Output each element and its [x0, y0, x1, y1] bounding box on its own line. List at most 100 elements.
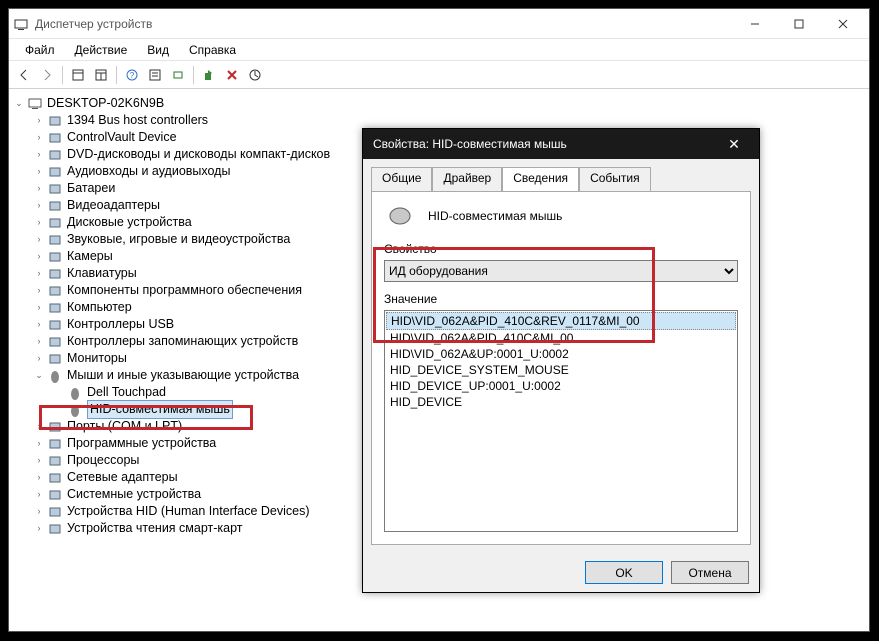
dialog-body: HID-совместимая мышь Свойство ИД оборудо… — [371, 191, 751, 545]
chevron-right-icon[interactable]: › — [33, 251, 45, 263]
tree-category[interactable]: ›Системные устройства — [33, 486, 201, 503]
chevron-right-icon[interactable]: › — [33, 421, 45, 433]
forward-button[interactable] — [36, 64, 58, 86]
update-driver-button[interactable] — [198, 64, 220, 86]
chevron-down-icon[interactable]: ⌄ — [13, 98, 25, 110]
value-row[interactable]: HID_DEVICE_SYSTEM_MOUSE — [386, 362, 736, 378]
chevron-right-icon[interactable]: › — [33, 217, 45, 229]
chevron-right-icon[interactable]: › — [33, 353, 45, 365]
tree-category[interactable]: ›Батареи — [33, 180, 115, 197]
tree-category[interactable]: ›Мониторы — [33, 350, 127, 367]
tab-general[interactable]: Общие — [371, 167, 432, 191]
tree-category[interactable]: ›Контроллеры запоминающих устройств — [33, 333, 298, 350]
device-category-icon — [47, 470, 63, 486]
chevron-right-icon[interactable]: › — [33, 302, 45, 314]
tree-category[interactable]: ›Звуковые, игровые и видеоустройства — [33, 231, 290, 248]
chevron-right-icon[interactable]: › — [33, 200, 45, 212]
chevron-right-icon[interactable]: › — [33, 455, 45, 467]
device-category-icon — [47, 334, 63, 350]
value-label: Значение — [384, 292, 738, 306]
tree-category[interactable]: ›Дисковые устройства — [33, 214, 192, 231]
chevron-right-icon[interactable]: › — [33, 183, 45, 195]
cancel-button[interactable]: Отмена — [671, 561, 749, 584]
value-row[interactable]: HID_DEVICE_UP:0001_U:0002 — [386, 378, 736, 394]
chevron-right-icon[interactable]: › — [33, 438, 45, 450]
dialog-tabs: Общие Драйвер Сведения События — [371, 167, 751, 191]
chevron-right-icon[interactable]: › — [33, 268, 45, 280]
view-small-button[interactable] — [67, 64, 89, 86]
tree-category[interactable]: ›1394 Bus host controllers — [33, 112, 208, 129]
close-button[interactable] — [821, 10, 865, 38]
tree-category[interactable]: ›Компьютер — [33, 299, 132, 316]
tree-category[interactable]: ›Контроллеры USB — [33, 316, 174, 333]
chevron-right-icon[interactable]: › — [33, 336, 45, 348]
device-category-icon — [47, 266, 63, 282]
chevron-right-icon[interactable]: › — [33, 285, 45, 297]
maximize-button[interactable] — [777, 10, 821, 38]
props-button[interactable] — [144, 64, 166, 86]
tree-category[interactable]: ›Компоненты программного обеспечения — [33, 282, 302, 299]
device-category-icon — [47, 283, 63, 299]
chevron-right-icon[interactable]: › — [33, 149, 45, 161]
dialog-close-button[interactable]: ✕ — [719, 136, 749, 153]
chevron-down-icon[interactable]: ⌄ — [33, 370, 45, 382]
svg-text:?: ? — [130, 71, 135, 80]
ok-button[interactable]: OK — [585, 561, 663, 584]
chevron-right-icon[interactable]: › — [33, 472, 45, 484]
dialog-title: Свойства: HID-совместимая мышь — [373, 137, 567, 151]
menu-action[interactable]: Действие — [65, 41, 138, 59]
tree-category[interactable]: ›Устройства чтения смарт-карт — [33, 520, 243, 537]
property-dropdown[interactable]: ИД оборудования — [384, 260, 738, 282]
minimize-button[interactable] — [733, 10, 777, 38]
tree-category[interactable]: ›Видеоадаптеры — [33, 197, 160, 214]
tab-driver[interactable]: Драйвер — [432, 167, 502, 191]
tree-category[interactable]: ›ControlVault Device — [33, 129, 177, 146]
tree-category[interactable]: ›Аудиовходы и аудиовыходы — [33, 163, 230, 180]
chevron-right-icon[interactable]: › — [33, 132, 45, 144]
menubar: Файл Действие Вид Справка — [9, 39, 869, 61]
properties-dialog: Свойства: HID-совместимая мышь ✕ Общие Д… — [362, 128, 760, 593]
view-large-button[interactable] — [90, 64, 112, 86]
uninstall-button[interactable] — [221, 64, 243, 86]
chevron-right-icon[interactable]: › — [33, 319, 45, 331]
tab-events[interactable]: События — [579, 167, 651, 191]
tree-category[interactable]: ›Процессоры — [33, 452, 139, 469]
device-category-icon — [47, 113, 63, 129]
chevron-right-icon[interactable]: › — [33, 523, 45, 535]
tree-category[interactable]: ›Сетевые адаптеры — [33, 469, 178, 486]
tab-details[interactable]: Сведения — [502, 167, 579, 191]
chevron-right-icon[interactable]: › — [33, 166, 45, 178]
tree-category[interactable]: ›DVD-дисководы и дисководы компакт-диско… — [33, 146, 330, 163]
value-row[interactable]: HID_DEVICE — [386, 394, 736, 410]
chevron-right-icon[interactable]: › — [33, 115, 45, 127]
value-row[interactable]: HID\VID_062A&UP:0001_U:0002 — [386, 346, 736, 362]
tree-category[interactable]: ›Программные устройства — [33, 435, 216, 452]
device-category-icon — [47, 453, 63, 469]
disable-button[interactable] — [244, 64, 266, 86]
property-label: Свойство — [384, 242, 738, 256]
tree-category[interactable]: ›Камеры — [33, 248, 113, 265]
chevron-right-icon[interactable]: › — [33, 506, 45, 518]
back-button[interactable] — [13, 64, 35, 86]
mouse-icon — [67, 385, 83, 401]
app-icon — [13, 16, 29, 32]
value-row[interactable]: HID\VID_062A&PID_410C&REV_0117&MI_00 — [386, 312, 736, 330]
scan-button[interactable] — [167, 64, 189, 86]
value-listbox[interactable]: HID\VID_062A&PID_410C&REV_0117&MI_00HID\… — [384, 310, 738, 532]
chevron-right-icon[interactable]: › — [33, 489, 45, 501]
tree-category[interactable]: ›Порты (COM и LPT) — [33, 418, 182, 435]
menu-view[interactable]: Вид — [137, 41, 179, 59]
mouse-icon — [47, 368, 63, 384]
menu-file[interactable]: Файл — [15, 41, 65, 59]
menu-help[interactable]: Справка — [179, 41, 246, 59]
chevron-right-icon[interactable]: › — [33, 234, 45, 246]
window-title: Диспетчер устройств — [35, 17, 733, 31]
tree-category[interactable]: ›Устройства HID (Human Interface Devices… — [33, 503, 310, 520]
tree-root[interactable]: ⌄ DESKTOP-02K6N9B — [13, 95, 865, 112]
tree-item-hid-mouse[interactable]: HID-совместимая мышь — [53, 401, 233, 418]
help-button[interactable]: ? — [121, 64, 143, 86]
titlebar: Диспетчер устройств — [9, 9, 869, 39]
tree-category[interactable]: ›Клавиатуры — [33, 265, 137, 282]
value-row[interactable]: HID\VID_062A&PID_410C&MI_00 — [386, 330, 736, 346]
tree-item-touchpad[interactable]: Dell Touchpad — [53, 384, 166, 401]
